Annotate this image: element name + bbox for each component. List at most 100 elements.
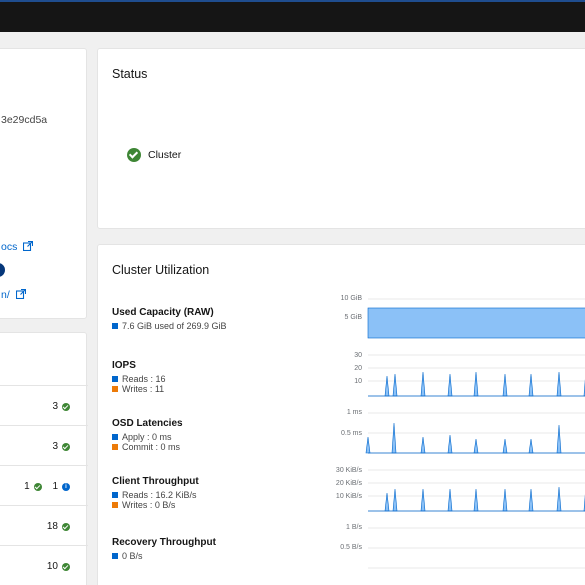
legend-swatch bbox=[112, 444, 118, 450]
tick-label: 10 bbox=[354, 378, 362, 385]
spike-mark bbox=[447, 434, 453, 454]
cluster-id-fragment: 3e29cd5a bbox=[1, 114, 48, 126]
documentation-link[interactable]: ocs bbox=[1, 241, 34, 253]
spike-mark bbox=[447, 488, 453, 512]
legend-swatch bbox=[112, 386, 118, 392]
spike-mark bbox=[420, 371, 426, 397]
spike-mark bbox=[502, 438, 508, 454]
cluster-utilization-card: Cluster Utilization Used Capacity (RAW) … bbox=[97, 244, 585, 585]
ok-icon bbox=[33, 482, 42, 491]
row-count: 3 bbox=[52, 441, 58, 452]
spike-mark bbox=[392, 488, 398, 512]
metric-line: Commit : 0 ms bbox=[122, 442, 181, 452]
cluster-status[interactable]: Cluster bbox=[127, 148, 181, 162]
metric-title: Used Capacity (RAW) bbox=[112, 307, 214, 318]
metric-used-capacity: Used Capacity (RAW) 7.6 GiB used of 269.… bbox=[112, 307, 227, 331]
tick-label: 0.5 ms bbox=[340, 430, 362, 437]
tick-label: 1 ms bbox=[346, 409, 362, 416]
metric-client-throughput: Client Throughput Reads : 16.2 KiB/s Wri… bbox=[112, 476, 199, 510]
metric-line: Reads : 16.2 KiB/s bbox=[122, 490, 197, 500]
inventory-row[interactable]: 18 bbox=[0, 506, 88, 546]
ok-icon bbox=[62, 562, 70, 571]
metric-line: 0 B/s bbox=[122, 551, 143, 561]
tick-label: 10 KiB/s bbox=[335, 493, 362, 500]
recovery-chart bbox=[368, 527, 585, 569]
inventory-row[interactable]: 1 1i bbox=[0, 466, 88, 506]
legend-swatch bbox=[112, 502, 118, 508]
spike-mark bbox=[528, 373, 534, 397]
spike-mark bbox=[528, 438, 534, 454]
spike-mark bbox=[420, 436, 426, 454]
spike-mark bbox=[473, 488, 479, 512]
capacity-chart bbox=[367, 298, 585, 339]
status-title: Status bbox=[112, 67, 148, 81]
legend-swatch bbox=[112, 376, 118, 382]
row-count: 3 bbox=[52, 401, 58, 412]
inventory-row[interactable]: 3 bbox=[0, 426, 88, 466]
ok-icon bbox=[62, 522, 70, 531]
spike-mark bbox=[365, 436, 371, 454]
row-count-info: 1 bbox=[52, 481, 58, 492]
spike-mark bbox=[420, 488, 426, 512]
cluster-label[interactable]: Cluster bbox=[148, 149, 181, 161]
metric-title: Client Throughput bbox=[112, 476, 199, 487]
legend-swatch bbox=[112, 323, 118, 329]
spike-mark bbox=[447, 373, 453, 397]
spike-mark bbox=[502, 488, 508, 512]
throughput-chart bbox=[368, 469, 585, 512]
tick-label: 1 B/s bbox=[346, 524, 362, 531]
legend-swatch bbox=[112, 553, 118, 559]
metric-line: Writes : 0 B/s bbox=[122, 500, 176, 510]
row-count: 10 bbox=[46, 561, 58, 572]
website-link-label[interactable]: n/ bbox=[1, 289, 10, 301]
metric-iops: IOPS Reads : 16 Writes : 11 bbox=[112, 360, 166, 394]
row-count: 1 bbox=[24, 481, 30, 492]
website-link[interactable]: n/ bbox=[1, 289, 26, 301]
tick-label: 0.5 B/s bbox=[340, 544, 362, 551]
metric-osd-latencies: OSD Latencies Apply : 0 ms Commit : 0 ms bbox=[112, 418, 183, 452]
status-card: Status Cluster bbox=[97, 48, 585, 229]
spike-mark bbox=[392, 373, 398, 397]
capacity-area bbox=[367, 307, 585, 339]
tick-label: 20 bbox=[354, 365, 362, 372]
info-badge bbox=[0, 263, 5, 277]
inventory-card: 3 3 1 1i 18 10 bbox=[0, 332, 88, 585]
about-card: 3e29cd5a ocs n/ bbox=[0, 48, 87, 319]
check-circle-icon bbox=[127, 148, 141, 162]
ok-icon bbox=[62, 402, 70, 411]
latency-chart bbox=[365, 412, 585, 454]
ok-icon bbox=[62, 442, 70, 451]
iops-chart bbox=[368, 354, 585, 397]
spike-mark bbox=[391, 422, 397, 454]
metric-title: Recovery Throughput bbox=[112, 537, 216, 548]
spike-mark bbox=[384, 375, 390, 397]
metric-title: OSD Latencies bbox=[112, 418, 183, 429]
documentation-link-label[interactable]: ocs bbox=[1, 241, 17, 253]
row-count: 18 bbox=[46, 521, 58, 532]
inventory-row[interactable]: 3 bbox=[0, 386, 88, 426]
tick-label: 10 GiB bbox=[340, 295, 362, 302]
metric-line: 7.6 GiB used of 269.9 GiB bbox=[122, 321, 227, 331]
tick-label: 5 GiB bbox=[344, 314, 362, 321]
legend-swatch bbox=[112, 434, 118, 440]
spike-mark bbox=[528, 488, 534, 512]
metric-line: Apply : 0 ms bbox=[122, 432, 172, 442]
masthead bbox=[0, 0, 585, 32]
external-link-icon bbox=[15, 289, 26, 299]
metric-line: Reads : 16 bbox=[122, 374, 166, 384]
spike-mark bbox=[556, 486, 562, 512]
metric-line: Writes : 11 bbox=[122, 384, 165, 394]
legend-swatch bbox=[112, 492, 118, 498]
metric-title: IOPS bbox=[112, 360, 136, 371]
tick-label: 20 KiB/s bbox=[335, 480, 362, 487]
spike-mark bbox=[502, 373, 508, 397]
metric-recovery-throughput: Recovery Throughput 0 B/s bbox=[112, 537, 216, 561]
info-icon: i bbox=[62, 482, 70, 491]
spike-mark bbox=[473, 371, 479, 397]
spike-mark bbox=[556, 371, 562, 397]
tick-label: 30 KiB/s bbox=[335, 467, 362, 474]
inventory-row[interactable]: 10 bbox=[0, 546, 88, 585]
spike-mark bbox=[473, 438, 479, 454]
spike-mark bbox=[556, 424, 562, 454]
tick-label: 30 bbox=[354, 352, 362, 359]
